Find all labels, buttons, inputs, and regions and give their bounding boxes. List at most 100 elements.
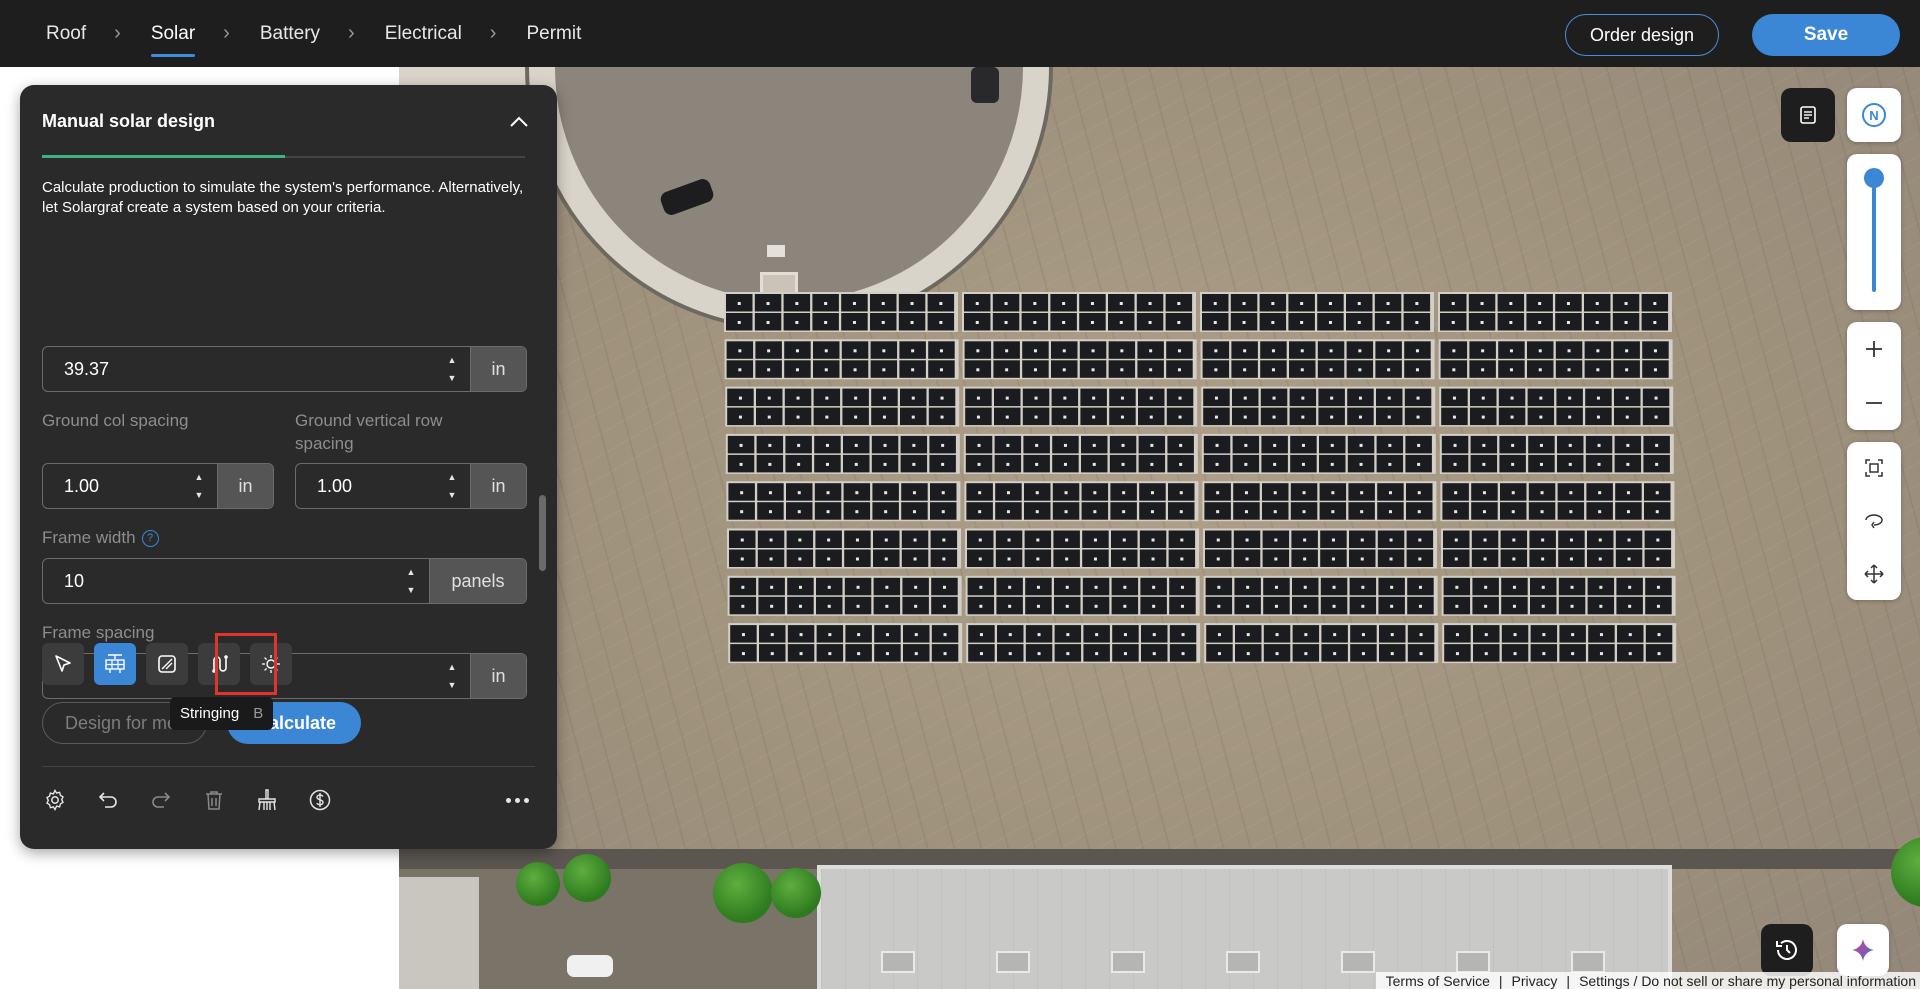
redo-icon <box>152 792 171 808</box>
privacy-settings-link[interactable]: Settings / Do not sell or share my perso… <box>1579 973 1916 989</box>
bottom-toolbar <box>42 785 333 815</box>
stepper-icon[interactable]: ▲ ▼ <box>446 472 458 500</box>
solar-panel-array[interactable] <box>399 67 1920 827</box>
crumb-battery[interactable]: Battery <box>260 0 320 67</box>
settings-button[interactable] <box>42 787 68 813</box>
history-button[interactable] <box>1761 924 1813 976</box>
report-icon <box>1800 106 1816 124</box>
report-button[interactable] <box>1781 88 1835 142</box>
zoom-in-icon[interactable] <box>1864 339 1884 359</box>
order-design-button[interactable]: Order design <box>1565 14 1719 56</box>
ai-assistant-button[interactable] <box>1837 924 1889 976</box>
roof-vent <box>1226 951 1260 973</box>
roof-vent <box>996 951 1030 973</box>
warehouse-roof <box>817 865 1672 989</box>
fit-view-icon[interactable] <box>1863 457 1885 479</box>
panel-array-icon <box>105 654 125 673</box>
ground-row-spacing-label: Ground vertical row spacing <box>295 411 443 453</box>
compass-icon: N <box>1862 103 1886 127</box>
view-controls <box>1847 442 1901 600</box>
frame-width-value: 10 <box>64 570 85 591</box>
scrollbar[interactable] <box>539 495 546 571</box>
roof-vent <box>1571 951 1605 973</box>
redo-button[interactable] <box>148 787 174 813</box>
chevron-right-icon: › <box>489 22 497 44</box>
settings-icon <box>46 789 64 811</box>
ground-row-spacing-value: 1.00 <box>317 475 353 496</box>
crumb-roof[interactable]: Roof <box>46 0 86 67</box>
roof-vent <box>881 951 915 973</box>
pricing-button[interactable] <box>307 787 333 813</box>
delete-icon <box>206 791 222 810</box>
tree <box>713 863 773 923</box>
more-options-icon[interactable] <box>506 793 532 807</box>
chevron-up-icon[interactable] <box>508 111 530 133</box>
settings-scroll-area[interactable]: 39.37 ▲ ▼ in Ground col spacing Ground ve… <box>20 230 557 700</box>
stepper-icon[interactable]: ▲ ▼ <box>193 472 205 500</box>
zoom-controls <box>1847 322 1901 430</box>
tab-active-indicator <box>42 155 285 158</box>
cut-off-field[interactable]: 39.37 ▲ ▼ in <box>42 346 527 392</box>
panel-description: Calculate production to simulate the sys… <box>42 179 524 216</box>
tree <box>563 854 611 902</box>
rotate-view-icon[interactable] <box>1863 510 1885 532</box>
zoom-out-icon[interactable] <box>1864 393 1884 413</box>
ground-col-spacing-label: Ground col spacing <box>42 411 189 430</box>
undo-button[interactable] <box>95 787 121 813</box>
zoom-slider-track <box>1872 172 1876 292</box>
zoom-slider[interactable] <box>1847 154 1901 310</box>
privacy-link[interactable]: Privacy <box>1512 973 1558 989</box>
chevron-right-icon: › <box>348 22 355 44</box>
crumb-solar[interactable]: Solar <box>150 0 196 67</box>
select-tool-button[interactable] <box>42 643 84 685</box>
roof-vent <box>1456 951 1490 973</box>
obstruction-icon <box>158 655 176 673</box>
frame-width-input[interactable]: 10 ▲ ▼ panels <box>42 558 527 604</box>
tree <box>516 862 560 906</box>
zoom-slider-handle[interactable] <box>1864 168 1884 188</box>
satellite-map[interactable] <box>399 67 1920 989</box>
chevron-right-icon: › <box>114 22 121 44</box>
ground-col-spacing-input[interactable]: 1.00 ▲ ▼ in <box>42 463 274 509</box>
undo-icon <box>98 792 117 808</box>
ai-sparkle-icon <box>1852 939 1874 961</box>
ground-row-spacing-input[interactable]: 1.00 ▲ ▼ in <box>295 463 527 509</box>
crumb-permit[interactable]: Permit <box>526 0 581 67</box>
ground-col-spacing-value: 1.00 <box>64 475 100 496</box>
compass-button[interactable]: N <box>1847 88 1901 142</box>
save-button[interactable]: Save <box>1752 14 1900 56</box>
roof-vent <box>1111 951 1145 973</box>
frame-spacing-label: Frame spacing <box>42 623 155 642</box>
panel-array-tool-button[interactable] <box>94 643 136 685</box>
delete-button[interactable] <box>201 787 227 813</box>
terms-link[interactable]: Terms of Service <box>1386 973 1490 989</box>
roof-vent <box>1341 951 1375 973</box>
panel-title: Manual solar design <box>42 111 216 131</box>
history-icon <box>1776 940 1797 960</box>
tree <box>771 868 821 918</box>
stringing-highlight <box>215 633 277 695</box>
top-navigation-bar: Roof › Solar › Battery › Electrical › Pe… <box>0 0 1920 67</box>
unit-label: in <box>217 464 273 508</box>
stringing-tooltip: Stringing B <box>170 697 274 730</box>
frame-width-label: Frame width? <box>42 526 159 549</box>
clear-button[interactable] <box>254 787 280 813</box>
stepper-icon[interactable]: ▲ ▼ <box>446 662 458 690</box>
map-footer-links: Terms of Service | Privacy | Settings / … <box>1375 972 1920 989</box>
stepper-icon[interactable]: ▲ ▼ <box>405 567 417 595</box>
unit-label: panels <box>429 559 526 603</box>
divider <box>42 766 535 767</box>
select-arrow-icon <box>55 655 71 672</box>
tooltip-label: Stringing <box>180 705 240 722</box>
stepper-icon[interactable]: ▲ ▼ <box>446 355 458 383</box>
pan-icon[interactable] <box>1863 563 1885 585</box>
shed-roof <box>399 877 479 989</box>
breadcrumb: Roof › Solar › Battery › Electrical › Pe… <box>46 0 581 67</box>
obstruction-tool-button[interactable] <box>146 643 188 685</box>
manual-solar-design-panel: Manual solar design Calculate production… <box>20 85 557 849</box>
help-icon[interactable]: ? <box>141 530 159 548</box>
unit-label: in <box>470 464 526 508</box>
parked-car <box>567 955 613 977</box>
crumb-electrical[interactable]: Electrical <box>385 0 462 67</box>
chevron-right-icon: › <box>223 22 230 44</box>
